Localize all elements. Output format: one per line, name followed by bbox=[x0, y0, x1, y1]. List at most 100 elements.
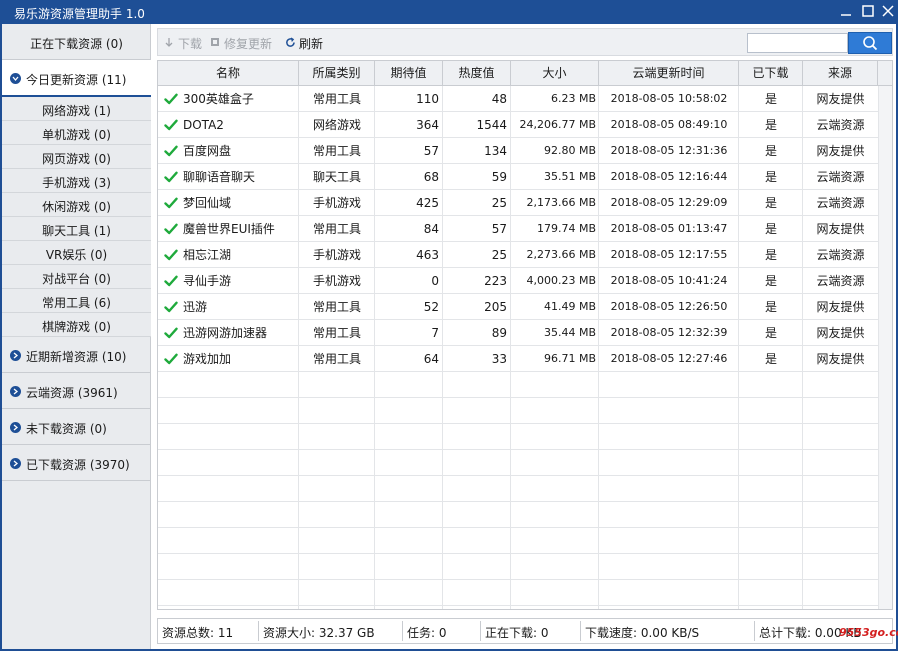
expand-right-icon bbox=[10, 386, 21, 397]
check-icon bbox=[164, 301, 178, 313]
sidebar-item-recent[interactable]: 近期新增资源 (10) bbox=[2, 337, 151, 373]
sidebar-sub-online-games[interactable]: 网络游戏 (1) bbox=[2, 97, 151, 121]
column-header-heat[interactable]: 热度值 bbox=[443, 61, 511, 86]
sidebar-sub-mobile-games[interactable]: 手机游戏 (3) bbox=[2, 169, 151, 193]
table-row[interactable]: 聊聊语音聊天 聊天工具 68 59 35.51 MB 2018-08-05 12:16:4… bbox=[158, 164, 878, 190]
sidebar-sub-common-tools[interactable]: 常用工具 (6) bbox=[2, 289, 151, 313]
check-icon bbox=[164, 197, 178, 209]
cell-time: 2018-08-05 10:58:02 bbox=[610, 92, 728, 105]
column-header-name[interactable]: 名称 bbox=[158, 61, 299, 86]
cell-name: 游戏加加 bbox=[158, 346, 299, 372]
expand-right-icon bbox=[10, 350, 21, 361]
table-row[interactable]: 迅游 常用工具 52 205 41.49 MB 2018-08-05 12:26:50 是 网… bbox=[158, 294, 878, 320]
table-row[interactable]: 相忘江湖 手机游戏 463 25 2,273.66 MB 2018-08-05 12:17… bbox=[158, 242, 878, 268]
empty-row bbox=[158, 528, 878, 554]
cell-size: 24,206.77 MB bbox=[519, 118, 596, 131]
cell-expect: 364 bbox=[416, 118, 439, 132]
sidebar-sub-battle-platform[interactable]: 对战平台 (0) bbox=[2, 265, 151, 289]
cell-heat: 205 bbox=[484, 300, 507, 314]
status-divider bbox=[754, 621, 755, 641]
status-tasks: 任务: 0 bbox=[407, 626, 447, 640]
cell-size: 4,000.23 MB bbox=[526, 274, 596, 287]
cell-name: 相忘江湖 bbox=[158, 242, 299, 268]
empty-row bbox=[158, 450, 878, 476]
cell-source: 网友提供 bbox=[816, 92, 865, 106]
cell-expect: 84 bbox=[423, 222, 439, 236]
cell-heat: 48 bbox=[491, 92, 507, 106]
expand-right-icon bbox=[10, 422, 21, 433]
cell-heat: 25 bbox=[491, 248, 507, 262]
cell-time: 2018-08-05 12:16:44 bbox=[610, 170, 728, 183]
cell-name: 迅游网游加速器 bbox=[158, 320, 299, 346]
check-icon bbox=[164, 249, 178, 261]
sidebar-item-not-downloaded[interactable]: 未下载资源 (0) bbox=[2, 409, 151, 445]
empty-row bbox=[158, 424, 878, 450]
sidebar-item-downloaded[interactable]: 已下载资源 (3970) bbox=[2, 445, 151, 481]
column-header-category[interactable]: 所属类别 bbox=[299, 61, 375, 86]
cell-heat: 223 bbox=[484, 274, 507, 288]
table-row[interactable]: DOTA2 网络游戏 364 1544 24,206.77 MB 2018-08-05 0… bbox=[158, 112, 878, 138]
search-input[interactable] bbox=[747, 33, 848, 53]
cell-size: 2,173.66 MB bbox=[526, 196, 596, 209]
minimize-icon bbox=[841, 14, 851, 16]
table-row[interactable]: 百度网盘 常用工具 57 134 92.80 MB 2018-08-05 12:31:36… bbox=[158, 138, 878, 164]
sidebar-item-label: 未下载资源 (0) bbox=[26, 422, 107, 436]
sidebar-item-label: 已下载资源 (3970) bbox=[26, 458, 130, 472]
empty-row bbox=[158, 554, 878, 580]
table-row[interactable]: 魔兽世界EUI插件 常用工具 84 57 179.74 MB 2018-08-05 01:… bbox=[158, 216, 878, 242]
sidebar-sub-web-games[interactable]: 网页游戏 (0) bbox=[2, 145, 151, 169]
table-row[interactable]: 梦回仙域 手机游戏 425 25 2,173.66 MB 2018-08-05 12:29… bbox=[158, 190, 878, 216]
sidebar-item-today[interactable]: 今日更新资源 (11) bbox=[2, 60, 151, 97]
cell-size: 35.44 MB bbox=[543, 326, 596, 339]
cell-category: 常用工具 bbox=[312, 92, 361, 106]
column-header-downloaded[interactable]: 已下载 bbox=[739, 61, 803, 86]
search-button[interactable] bbox=[848, 32, 892, 54]
cell-downloaded: 是 bbox=[764, 92, 777, 106]
sidebar-item-cloud[interactable]: 云端资源 (3961) bbox=[2, 373, 151, 409]
cell-category: 常用工具 bbox=[312, 326, 361, 340]
repair-update-button[interactable]: 修复更新 bbox=[210, 35, 278, 51]
cell-category: 手机游戏 bbox=[312, 274, 361, 288]
cell-expect: 57 bbox=[423, 144, 439, 158]
resource-name: 游戏加加 bbox=[183, 352, 232, 366]
resource-name: DOTA2 bbox=[183, 118, 224, 132]
column-header-source[interactable]: 来源 bbox=[803, 61, 878, 86]
main-panel: 下载 修复更新 刷新 名称 所属类别 期待值 热度值 大小 云端更新时间 已下载… bbox=[157, 24, 898, 649]
cell-category: 网络游戏 bbox=[312, 118, 361, 132]
cell-expect: 425 bbox=[416, 196, 439, 210]
sidebar-sub-chat-tools[interactable]: 聊天工具 (1) bbox=[2, 217, 151, 241]
cell-size: 92.80 MB bbox=[543, 144, 596, 157]
status-total-size: 资源大小: 32.37 GB bbox=[263, 626, 375, 640]
close-button[interactable] bbox=[878, 3, 898, 21]
cell-downloaded: 是 bbox=[764, 118, 777, 132]
resource-name: 梦回仙域 bbox=[183, 196, 232, 210]
refresh-button[interactable]: 刷新 bbox=[285, 35, 325, 51]
client-area: 正在下载资源 (0) 今日更新资源 (11) 网络游戏 (1) 单机游戏 (0)… bbox=[2, 24, 898, 649]
sidebar-item-label: 近期新增资源 (10) bbox=[26, 350, 127, 364]
maximize-button[interactable] bbox=[858, 3, 878, 21]
cell-downloaded: 是 bbox=[764, 222, 777, 236]
sidebar-sub-casual-games[interactable]: 休闲游戏 (0) bbox=[2, 193, 151, 217]
cell-downloaded: 是 bbox=[764, 144, 777, 158]
minimize-button[interactable] bbox=[836, 3, 856, 21]
table-row[interactable]: 300英雄盒子 常用工具 110 48 6.23 MB 2018-08-05 10:58:… bbox=[158, 86, 878, 112]
sidebar-sub-vr[interactable]: VR娱乐 (0) bbox=[2, 241, 151, 265]
download-button[interactable]: 下载 bbox=[164, 35, 204, 51]
sidebar-sub-label: VR娱乐 (0) bbox=[45, 248, 108, 262]
sidebar-sub-label: 休闲游戏 (0) bbox=[42, 200, 111, 214]
resource-name: 魔兽世界EUI插件 bbox=[183, 222, 275, 236]
cell-name: 300英雄盒子 bbox=[158, 86, 299, 112]
table-row[interactable]: 游戏加加 常用工具 64 33 96.71 MB 2018-08-05 12:27:46 是… bbox=[158, 346, 878, 372]
table-row[interactable]: 迅游网游加速器 常用工具 7 89 35.44 MB 2018-08-05 12:32:3… bbox=[158, 320, 878, 346]
sidebar-sub-single-games[interactable]: 单机游戏 (0) bbox=[2, 121, 151, 145]
column-header-size[interactable]: 大小 bbox=[511, 61, 599, 86]
sidebar-item-downloading[interactable]: 正在下载资源 (0) bbox=[2, 24, 151, 60]
cell-expect: 68 bbox=[423, 170, 439, 184]
status-bar: 资源总数: 11 资源大小: 32.37 GB 任务: 0 正在下载: 0 下载… bbox=[157, 618, 893, 644]
table-row[interactable]: 寻仙手游 手机游戏 0 223 4,000.23 MB 2018-08-05 10:41:… bbox=[158, 268, 878, 294]
sidebar-sub-board-games[interactable]: 棋牌游戏 (0) bbox=[2, 313, 151, 337]
vertical-scrollbar[interactable] bbox=[878, 86, 892, 609]
column-header-expect[interactable]: 期待值 bbox=[375, 61, 443, 86]
column-header-update-time[interactable]: 云端更新时间 bbox=[599, 61, 739, 86]
cell-downloaded: 是 bbox=[764, 300, 777, 314]
